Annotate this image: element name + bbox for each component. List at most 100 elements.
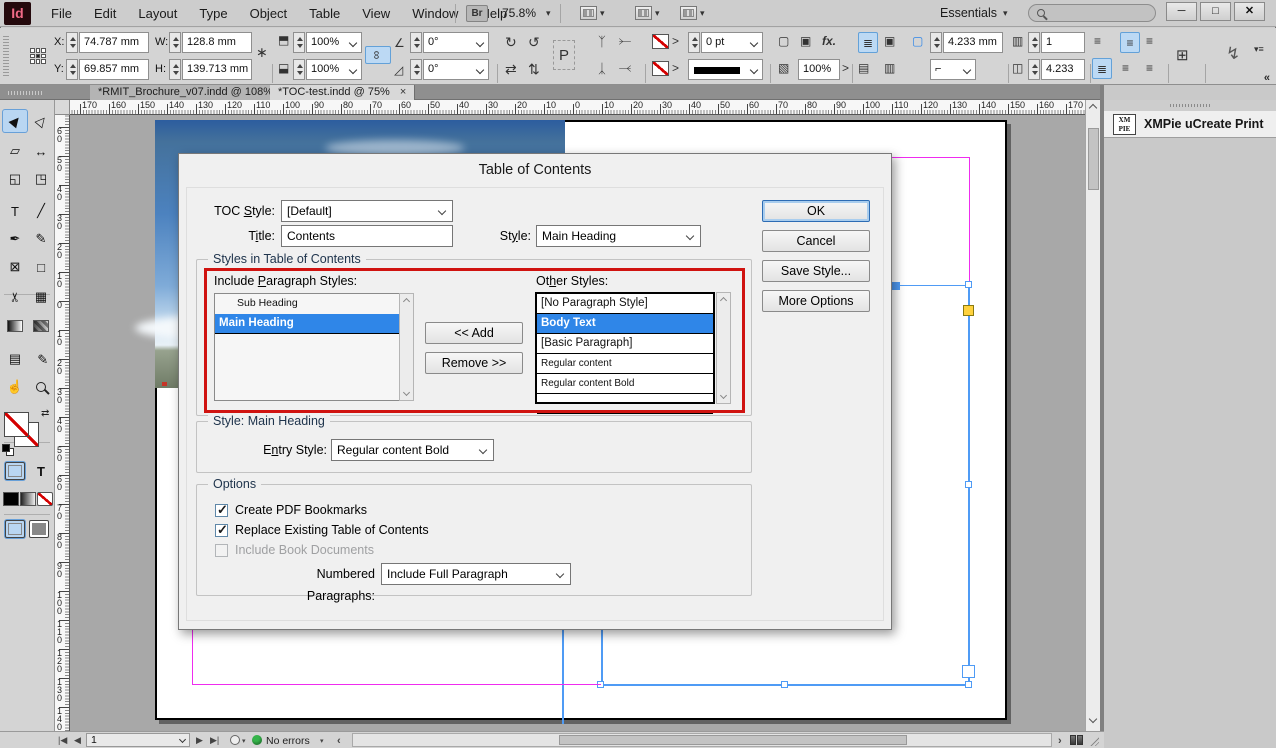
align-bottom-icon[interactable]: ≡: [1122, 61, 1129, 75]
workspace-switcher[interactable]: Essentials: [940, 6, 997, 20]
constrain-dimensions-icon[interactable]: ∗: [256, 44, 268, 61]
menu-edit[interactable]: Edit: [83, 0, 127, 27]
search-input[interactable]: [1028, 4, 1156, 22]
columns-field[interactable]: 1: [1041, 32, 1085, 53]
list-item[interactable]: [Basic Paragraph]: [537, 334, 713, 354]
checkbox-icon[interactable]: ✓: [215, 504, 228, 517]
ruler-origin-corner[interactable]: [55, 100, 70, 115]
select-next-icon[interactable]: ᛉ: [617, 65, 632, 73]
ok-button[interactable]: OK: [762, 200, 870, 222]
h-spinner[interactable]: [169, 59, 181, 80]
list-item[interactable]: Regular content: [537, 354, 713, 374]
select-container-icon[interactable]: ᛉ: [598, 34, 606, 49]
shear-spinner[interactable]: [410, 59, 422, 80]
eyedropper-tool[interactable]: ✐: [29, 348, 53, 370]
scale-y-dropdown[interactable]: 100%: [306, 59, 362, 80]
flip-horizontal-icon[interactable]: ⇄: [505, 61, 517, 78]
view-options-caret-icon[interactable]: ▾: [700, 8, 705, 19]
w-field[interactable]: 128.8 mm: [182, 32, 252, 53]
swap-fill-stroke-icon[interactable]: ⇄: [41, 408, 49, 419]
type-tool[interactable]: T: [3, 200, 27, 222]
menu-type[interactable]: Type: [188, 0, 238, 27]
default-fill-stroke-icon[interactable]: [2, 444, 14, 456]
content-placer-tool[interactable]: ◳: [29, 168, 53, 190]
list-item[interactable]: Sub Heading: [215, 294, 413, 314]
status-caret-icon[interactable]: ▾: [320, 737, 324, 745]
include-list-scrollbar[interactable]: [399, 293, 414, 401]
rotate-cw-icon[interactable]: ↻: [505, 34, 517, 51]
preview-mode-button[interactable]: [29, 520, 49, 538]
toolbar-drag-handle[interactable]: [8, 91, 42, 95]
frame-handle-corner-large[interactable]: [962, 665, 975, 678]
fill-flyout-icon[interactable]: >: [672, 34, 679, 48]
first-page-button[interactable]: |◀: [58, 735, 67, 746]
entry-style-dropdown[interactable]: Regular content Bold: [331, 439, 494, 461]
select-previous-icon[interactable]: ᛉ: [617, 38, 632, 46]
selection-tool[interactable]: ▶: [3, 110, 27, 132]
wrap-shape-icon[interactable]: ▥: [884, 61, 895, 75]
frame-handle-top-right[interactable]: [965, 281, 972, 288]
stroke-flyout-icon[interactable]: >: [672, 61, 679, 75]
vertical-scrollbar[interactable]: [1085, 100, 1100, 731]
menu-window[interactable]: Window: [401, 0, 469, 27]
align-left-icon[interactable]: ≣: [1092, 58, 1112, 79]
close-button[interactable]: ✕: [1234, 2, 1265, 21]
screen-mode-button[interactable]: [580, 6, 597, 20]
panel-drag-handle[interactable]: [3, 36, 9, 76]
fill-proxy-swatch[interactable]: [4, 412, 29, 437]
zoom-tool[interactable]: [29, 376, 53, 398]
zoom-level-dropdown[interactable]: 75.8%: [502, 6, 536, 20]
rotation-spinner[interactable]: [410, 32, 422, 53]
frame-guide-magenta-top[interactable]: [892, 157, 970, 158]
include-paragraph-styles-list[interactable]: Sub HeadingMain Heading: [214, 293, 414, 401]
frame-edge-top[interactable]: [892, 285, 970, 286]
frame-edge-left-column[interactable]: [562, 630, 564, 724]
other-list-scrollbar[interactable]: [716, 292, 731, 404]
frame-handle-mid-right[interactable]: [965, 481, 972, 488]
frame-tool[interactable]: ⊠: [3, 256, 27, 278]
align-top-icon[interactable]: ≡: [1120, 32, 1140, 53]
frame-anchor-point[interactable]: [892, 282, 900, 290]
minimize-button[interactable]: ─: [1166, 2, 1197, 21]
gutter-field[interactable]: 4.233 m: [1041, 59, 1085, 80]
formatting-affects-text-button[interactable]: T: [29, 460, 53, 482]
flip-vertical-icon[interactable]: ⇅: [528, 61, 540, 78]
resize-grip[interactable]: [1089, 736, 1099, 746]
x-field[interactable]: 74.787 mm: [79, 32, 149, 53]
workspace-caret-icon[interactable]: ▾: [1003, 8, 1008, 19]
stroke-weight-dropdown[interactable]: 0 pt: [701, 32, 763, 53]
menu-table[interactable]: Table: [298, 0, 351, 27]
opacity-flyout-icon[interactable]: >: [842, 61, 849, 75]
collapse-panels-icon[interactable]: «: [1264, 72, 1270, 84]
tab-toc-test[interactable]: *TOC-test.indd @ 75%×: [270, 85, 415, 100]
pen-tool[interactable]: ✒: [3, 228, 27, 250]
menu-file[interactable]: File: [40, 0, 83, 27]
bridge-button[interactable]: Br: [466, 5, 488, 22]
preflight-caret-icon[interactable]: ▾: [242, 737, 246, 745]
fx-menu-icon[interactable]: fx.: [822, 34, 836, 48]
frame-guide-magenta-bottom[interactable]: [192, 684, 601, 685]
frame-guide-magenta-left[interactable]: [192, 630, 193, 685]
select-content-icon[interactable]: ᛉ: [598, 61, 606, 76]
last-page-button[interactable]: ▶|: [210, 735, 219, 746]
hand-tool[interactable]: ☝: [3, 376, 27, 398]
w-spinner[interactable]: [169, 32, 181, 53]
more-options-button[interactable]: More Options: [762, 290, 870, 312]
x-spinner[interactable]: [66, 32, 78, 53]
h-field[interactable]: 139.713 mm: [182, 59, 252, 80]
scale-x-dropdown[interactable]: 100%: [306, 32, 362, 53]
rotation-dropdown[interactable]: 0°: [423, 32, 489, 53]
stroke-type-dropdown[interactable]: [688, 59, 763, 80]
dock-divider[interactable]: [1100, 85, 1104, 748]
corner-radius-field[interactable]: 4.233 mm: [943, 32, 1003, 53]
pages-icon[interactable]: [1070, 735, 1083, 745]
checkbox-icon[interactable]: [215, 544, 228, 557]
object-effects-icon[interactable]: ▢: [778, 34, 789, 48]
live-corner-handle[interactable]: [963, 305, 974, 316]
select-target-icon[interactable]: P: [553, 40, 575, 70]
tab-close-icon[interactable]: ×: [400, 86, 406, 98]
menu-view[interactable]: View: [351, 0, 401, 27]
menu-object[interactable]: Object: [239, 0, 299, 27]
scroll-up-icon[interactable]: [1089, 104, 1097, 112]
other-styles-list[interactable]: [No Paragraph Style]Body Text[Basic Para…: [535, 292, 715, 404]
